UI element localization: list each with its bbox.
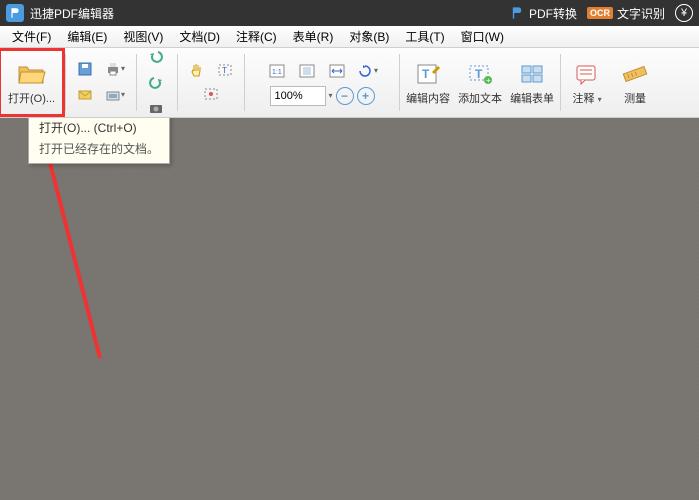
redo-button[interactable] [143,71,169,93]
separator [65,54,66,111]
open-button[interactable]: 打开(O)... [4,58,59,108]
yen-label: ¥ [681,7,687,19]
app-title: 迅捷PDF编辑器 [30,5,509,22]
titlebar: 迅捷PDF编辑器 PDF转换 OCR 文字识别 ¥ [0,0,699,26]
edit-content-label: 编辑内容 [406,90,450,106]
separator [560,54,561,111]
tooltip-title: 打开(O)... (Ctrl+O) [39,119,159,136]
menu-file[interactable]: 文件(F) [4,26,59,47]
pdf-convert-button[interactable]: PDF转换 [509,5,577,22]
edit-form-icon [516,60,548,88]
menu-object[interactable]: 对象(B) [341,26,397,47]
ocr-button[interactable]: OCR 文字识别 [587,5,665,22]
file-ops-group: ▾ ▾ [68,50,134,115]
edit-content-button[interactable]: T 编辑内容 [402,50,454,115]
edit-content-icon: T [412,60,444,88]
open-group: 打开(O)... [0,50,63,115]
zoom-in-button[interactable]: + [357,87,375,105]
add-text-label: 添加文本 [458,90,502,106]
menubar: 文件(F) 编辑(E) 视图(V) 文档(D) 注释(C) 表单(R) 对象(B… [0,26,699,48]
toolbar: 打开(O)... ▾ ▾ T 1:1 [0,48,699,118]
separator [177,54,178,111]
tooltip-body: 打开已经存在的文档。 [39,140,159,157]
add-text-button[interactable]: T+ 添加文本 [454,50,506,115]
actual-size-button[interactable]: 1:1 [264,60,290,82]
save-button[interactable] [72,58,98,80]
fit-page-button[interactable] [294,60,320,82]
menu-form[interactable]: 表单(R) [285,26,342,47]
svg-text:T: T [222,66,227,75]
menu-window[interactable]: 窗口(W) [453,26,512,47]
zoom-out-button[interactable]: − [336,87,354,105]
open-tooltip: 打开(O)... (Ctrl+O) 打开已经存在的文档。 [28,118,170,164]
zoom-group: 1:1 ▾ ▾ − + [247,50,397,115]
pdf-convert-icon [509,5,525,21]
app-logo [6,4,24,22]
select-annot-button[interactable] [198,84,224,106]
scan-button[interactable]: ▾ [102,84,128,106]
ocr-icon: OCR [587,7,613,19]
pricing-button[interactable]: ¥ [675,4,693,22]
print-button[interactable]: ▾ [102,58,128,80]
hand-tool-button[interactable] [184,60,210,82]
annotate-label: 注释 [573,93,595,105]
menu-document[interactable]: 文档(D) [171,26,228,47]
menu-comment[interactable]: 注释(C) [228,26,285,47]
chevron-down-icon: ▾ [121,64,125,73]
pdf-convert-label: PDF转换 [529,5,577,22]
separator [136,54,137,111]
chevron-down-icon: ▾ [598,95,602,104]
edit-form-label: 编辑表单 [510,90,554,106]
document-canvas[interactable]: 打开(O)... (Ctrl+O) 打开已经存在的文档。 [0,118,699,500]
annotate-icon [571,60,603,88]
chevron-down-icon[interactable]: ▾ [329,91,333,100]
svg-text:T: T [475,67,483,81]
menu-edit[interactable]: 编辑(E) [59,26,115,47]
separator [399,54,400,111]
chevron-down-icon: ▾ [121,90,125,99]
zoom-input[interactable] [270,86,326,106]
mail-button[interactable] [72,84,98,106]
undo-group [139,50,175,115]
select-text-button[interactable]: T [212,60,238,82]
fit-width-button[interactable] [324,60,350,82]
separator [244,54,245,111]
menu-tool[interactable]: 工具(T) [397,26,452,47]
add-text-icon: T+ [464,60,496,88]
svg-text:1:1: 1:1 [272,69,282,76]
measure-label: 测量 [624,90,646,106]
svg-text:+: + [486,76,491,85]
folder-icon [16,60,48,88]
open-label: 打开(O)... [8,90,55,106]
svg-text:T: T [422,67,430,81]
ocr-label: 文字识别 [617,5,665,22]
measure-button[interactable]: 测量 [611,50,659,115]
rotate-button[interactable]: ▾ [354,60,380,82]
edit-form-button[interactable]: 编辑表单 [506,50,558,115]
chevron-down-icon: ▾ [374,66,378,75]
select-group: T [180,50,242,115]
snapshot-button[interactable] [143,97,169,119]
undo-button[interactable] [143,45,169,67]
annotate-button[interactable]: 注释 ▾ [563,50,611,115]
measure-icon [619,60,651,88]
